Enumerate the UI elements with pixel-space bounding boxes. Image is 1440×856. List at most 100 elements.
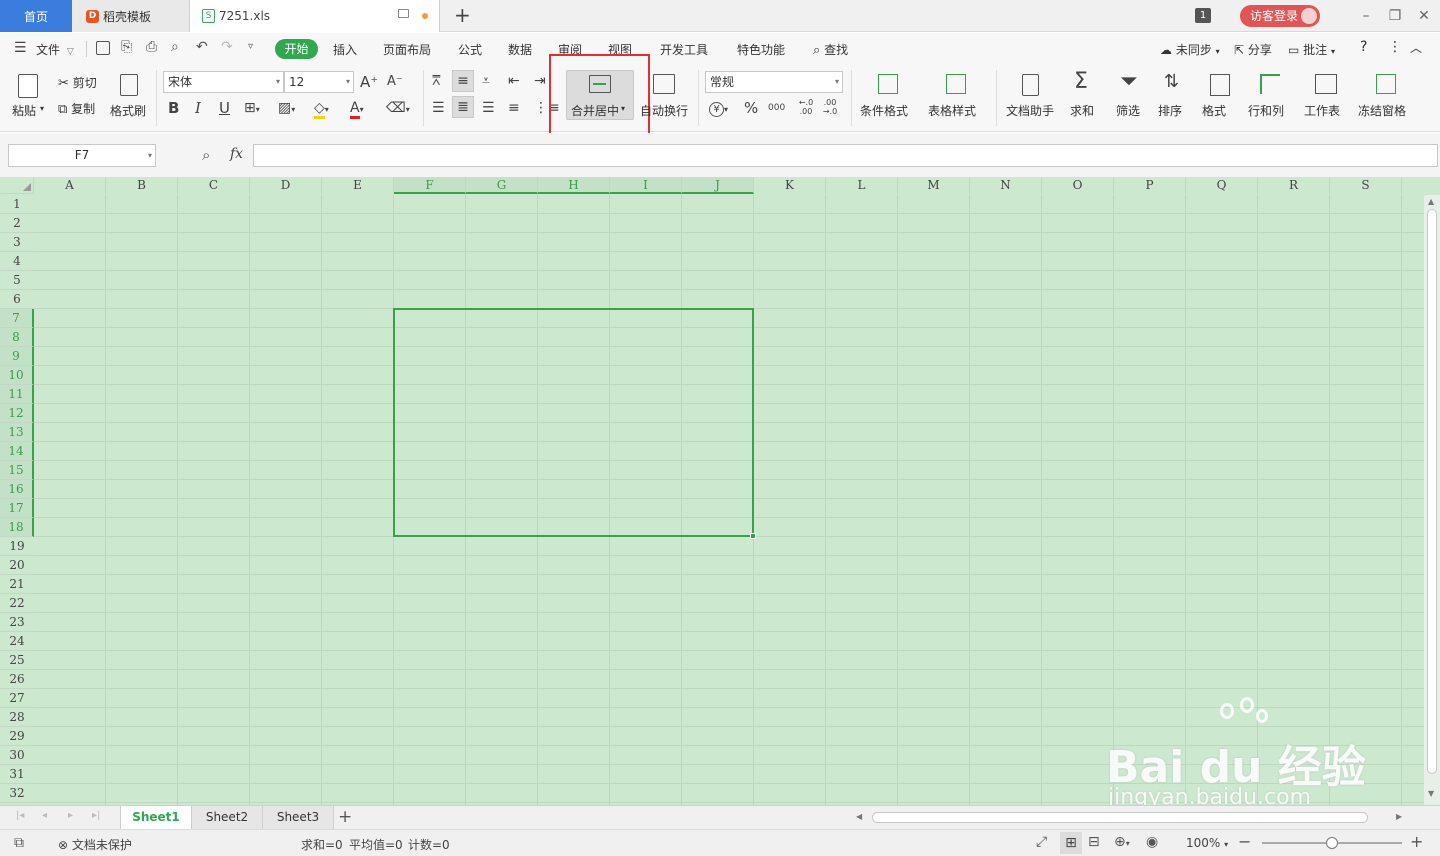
column-header[interactable]: C [178,177,250,194]
indent-decrease-icon[interactable]: ⇤ [508,73,520,89]
menu-tab-start[interactable]: 开始 [275,39,318,59]
increase-decimal-button[interactable]: ←.0 .00 [796,98,816,116]
restore-icon[interactable]: ❐ [1385,6,1405,26]
normal-view-icon[interactable]: ⊞ [1060,832,1082,854]
eye-protection-icon[interactable]: ◉ [1146,834,1158,850]
row-header[interactable]: 32 [0,784,34,803]
minimize-icon[interactable]: – [1356,6,1376,26]
cut-button[interactable]: ✂ 剪切 [58,74,108,92]
row-header[interactable]: 5 [0,271,34,290]
percent-button[interactable]: % [744,100,758,116]
row-header[interactable]: 6 [0,290,34,309]
selection-range[interactable] [393,308,754,537]
menu-tab-data[interactable]: 数据 [508,41,532,58]
column-header[interactable]: L [826,177,898,194]
zoom-level-select[interactable]: 100% ▾ [1186,836,1228,850]
align-bottom-icon[interactable]: ⩡ [482,73,490,89]
row-header[interactable]: 13 [0,423,34,442]
column-header[interactable]: Q [1186,177,1258,194]
number-format-select[interactable]: 常规 ▾ [705,71,843,93]
conditional-format-button[interactable]: 条件格式 [858,70,918,126]
save-icon[interactable] [96,41,110,55]
row-header[interactable]: 31 [0,765,34,784]
hamburger-icon[interactable]: ☰ [14,40,27,56]
row-header[interactable]: 4 [0,252,34,271]
name-box[interactable]: F7 ▾ [8,144,156,167]
row-header[interactable]: 11 [0,385,34,404]
wrap-text-button[interactable]: 自动换行 [640,70,692,126]
column-header[interactable]: F [394,177,466,194]
rows-cols-button[interactable]: 行和列 [1246,70,1296,126]
paste-button[interactable]: 粘贴 ▾ [10,70,46,126]
scroll-down-icon[interactable]: ▼ [1428,789,1434,798]
page-break-view-icon[interactable]: ⊟ [1088,834,1100,850]
scroll-right-icon[interactable]: ▶ [1396,812,1402,821]
scroll-thumb[interactable] [1427,209,1437,774]
find-button[interactable]: ⌕ 查找 [813,41,848,58]
macro-record-icon[interactable]: ⧉ [14,835,24,851]
add-sheet-button[interactable]: + [338,806,352,828]
menu-tab-insert[interactable]: 插入 [333,41,357,58]
next-sheet-icon[interactable]: ▸ [68,810,73,821]
row-header[interactable]: 7 [0,309,34,328]
row-header[interactable]: 29 [0,727,34,746]
currency-button[interactable]: ¥ ▾ [709,100,728,118]
column-header[interactable]: J [682,177,754,194]
tab-daoke-templates[interactable]: D 稻壳模板 [72,0,190,32]
prev-sheet-icon[interactable]: ◂ [42,810,47,821]
fx-button[interactable]: fx [230,146,243,162]
shrink-font-button[interactable]: A⁻ [387,74,403,90]
row-header[interactable]: 8 [0,328,34,347]
column-header[interactable]: A [34,177,106,194]
file-menu[interactable]: 文件 ▽ [36,41,74,58]
share-button[interactable]: ⇱ 分享 [1234,41,1272,58]
column-header[interactable]: B [106,177,178,194]
row-header[interactable]: 2 [0,214,34,233]
zoom-formula-icon[interactable]: ⌕ [202,146,210,164]
column-header[interactable]: O [1042,177,1114,194]
protect-status[interactable]: ⊗ 文档未保护 [58,836,132,853]
select-all-corner[interactable] [0,177,34,194]
column-header[interactable]: I [610,177,682,194]
fullscreen-icon[interactable]: ⤢ [1036,834,1047,850]
decrease-decimal-button[interactable]: .00 →.0 [820,98,840,116]
indent-increase-icon[interactable]: ⇥ [534,73,546,89]
column-header[interactable]: N [970,177,1042,194]
sync-status-button[interactable]: ☁ 未同步 ▾ [1160,41,1220,58]
sum-button[interactable]: Σ 求和 [1066,70,1106,126]
login-button[interactable]: 访客登录 [1240,5,1320,27]
align-middle-icon[interactable]: ≡ [452,70,474,92]
font-name-select[interactable]: 宋体 ▾ [163,71,284,93]
row-header[interactable]: 18 [0,518,34,537]
row-header[interactable]: 16 [0,480,34,499]
row-header[interactable]: 30 [0,746,34,765]
spreadsheet-grid[interactable]: ABCDEFGHIJKLMNOPQRS 1 2 3 4 5 6 7 8 9 10 11 12 13 14 1… [0,177,1440,810]
worksheet-button[interactable]: 工作表 [1302,70,1352,126]
row-header[interactable]: 24 [0,632,34,651]
column-header[interactable]: R [1258,177,1330,194]
export-pdf-icon[interactable]: ⎘ [121,39,132,55]
tab-home[interactable]: 首页 [0,0,72,32]
row-header[interactable]: 28 [0,708,34,727]
sort-button[interactable]: ⇅ 排序 [1156,70,1196,126]
row-header[interactable]: 21 [0,575,34,594]
pin-window-icon[interactable] [398,9,409,18]
last-sheet-icon[interactable]: ▸| [92,810,100,821]
collapse-ribbon-icon[interactable]: ︿ [1410,39,1422,56]
clear-format-button[interactable]: ⌫▾ [386,100,410,118]
thousands-separator-button[interactable]: 000 [768,100,785,116]
column-header[interactable]: H [538,177,610,194]
customize-quick-access-icon[interactable]: ▿ [248,41,253,52]
row-header[interactable]: 26 [0,670,34,689]
row-header[interactable]: 17 [0,499,34,518]
tab-document[interactable]: S 7251.xls [190,0,440,32]
print-preview-icon[interactable]: ⌕ [171,39,179,55]
row-header[interactable]: 20 [0,556,34,575]
horizontal-scrollbar[interactable]: ◀ ▶ [852,810,1408,826]
undo-icon[interactable]: ↶ [196,39,208,55]
menu-tab-developer[interactable]: 开发工具 [660,41,708,58]
sheet-tab-3[interactable]: Sheet3 [263,806,334,830]
row-header[interactable]: 22 [0,594,34,613]
zoom-out-icon[interactable]: − [1238,832,1251,851]
first-sheet-icon[interactable]: |◂ [16,810,24,821]
